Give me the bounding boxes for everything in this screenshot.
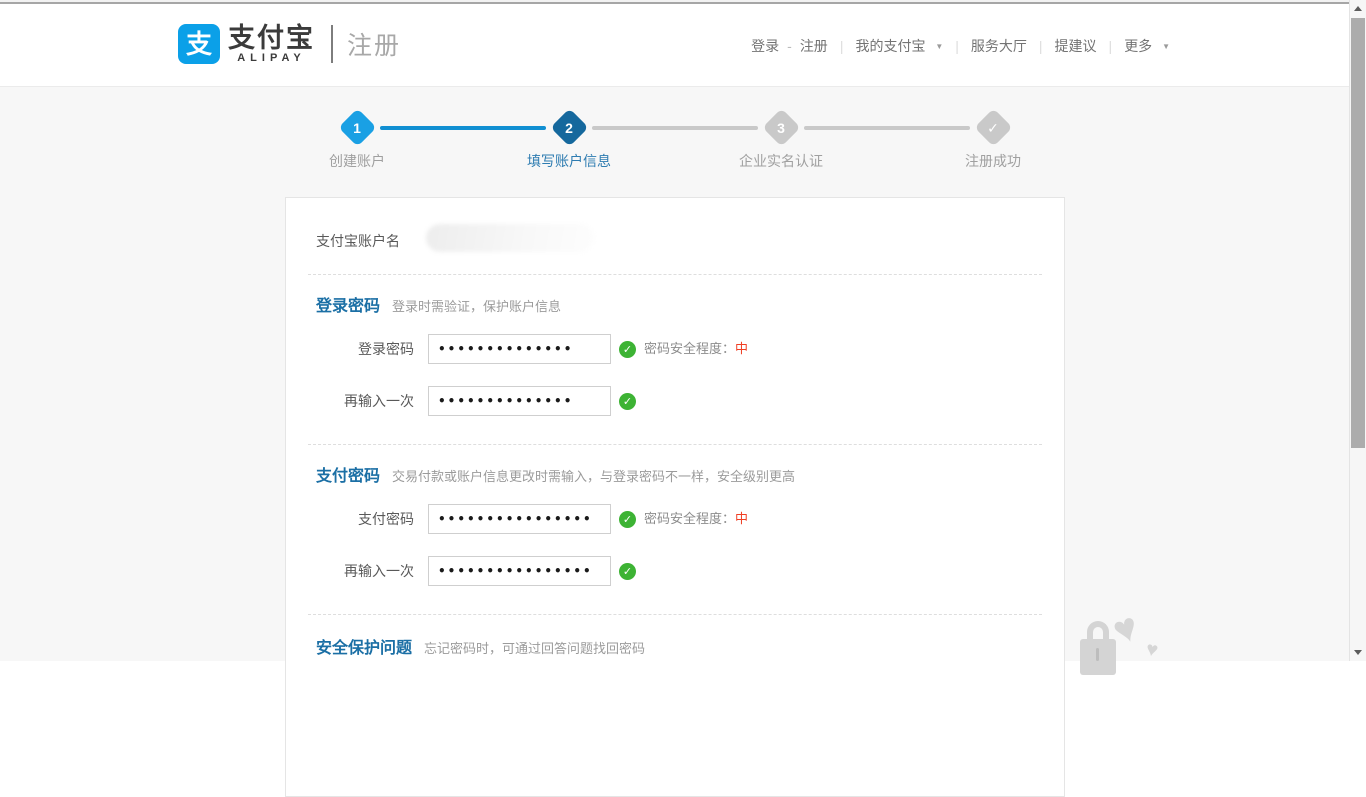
nav-more-label: 更多 <box>1124 38 1152 54</box>
nav-register-link[interactable]: 注册 <box>800 36 828 56</box>
scrollbar-thumb[interactable] <box>1351 18 1365 448</box>
nav-more-menu[interactable]: 更多 ▼ <box>1124 36 1170 56</box>
alipay-logo-icon: 支 <box>178 24 220 64</box>
security-question-desc: 忘记密码时，可通过回答问题找回密码 <box>424 638 645 657</box>
step-label-enterprise-verify: 企业实名认证 <box>701 151 861 171</box>
confirm-field-label: 再输入一次 <box>286 386 414 416</box>
vertical-scrollbar[interactable] <box>1349 0 1366 661</box>
security-question-section-header: 安全保护问题 忘记密码时，可通过回答问题找回密码 <box>316 634 645 658</box>
pay-password-row: 支付密码 ✓ 密码安全程度：中 <box>286 504 1064 534</box>
chevron-down-icon: ▼ <box>1162 42 1170 51</box>
lock-body <box>1080 639 1116 675</box>
step-2-fill-info: 2 <box>549 108 589 148</box>
page-title: 注册 <box>347 26 401 62</box>
step-4-success: ✓ <box>973 108 1013 148</box>
pay-password-title: 支付密码 <box>316 462 380 486</box>
password-strength: 密码安全程度：中 <box>644 504 748 534</box>
pay-password-confirm-row: 再输入一次 ✓ <box>286 556 1064 586</box>
strength-value: 中 <box>735 341 748 356</box>
step-connector-todo <box>804 126 970 130</box>
pay-password-section-header: 支付密码 交易付款或账户信息更改时需输入，与登录密码不一样，安全级别更高 <box>316 462 795 486</box>
nav-login-link[interactable]: 登录 <box>751 36 779 56</box>
step-label-create-account: 创建账户 <box>277 151 437 171</box>
browser-chrome-edge <box>0 0 1366 4</box>
step-connector-done <box>380 126 546 130</box>
pay-password-desc: 交易付款或账户信息更改时需输入，与登录密码不一样，安全级别更高 <box>392 466 795 485</box>
login-password-row: 登录密码 ✓ 密码安全程度：中 <box>286 334 1064 364</box>
nav-separator: | <box>1097 38 1125 54</box>
step-number: 2 <box>549 108 589 148</box>
section-divider <box>308 444 1042 445</box>
password-strength: 密码安全程度：中 <box>644 334 748 364</box>
section-divider <box>308 614 1042 615</box>
check-icon: ✓ <box>973 108 1013 148</box>
nav-service-hall-link[interactable]: 服务大厅 <box>971 36 1027 56</box>
lock-icon <box>1080 621 1116 675</box>
pay-password-field-label: 支付密码 <box>286 504 414 534</box>
nav-separator: | <box>1027 38 1055 54</box>
pay-password-input[interactable] <box>428 504 611 534</box>
check-circle-icon: ✓ <box>619 511 636 528</box>
login-password-input[interactable] <box>428 334 611 364</box>
lock-keyhole <box>1096 648 1099 661</box>
heart-icon: ♥ <box>1144 638 1160 663</box>
account-name-redacted-value <box>426 224 594 252</box>
brand-name-en: ALIPAY <box>228 52 315 64</box>
alipay-logo[interactable]: 支 支付宝 ALIPAY 注册 <box>178 24 401 64</box>
strength-label: 密码安全程度： <box>644 511 735 526</box>
brand-text: 支付宝 ALIPAY <box>228 24 315 64</box>
scroll-up-button[interactable] <box>1350 0 1366 17</box>
step-connector-todo <box>592 126 758 130</box>
security-question-title: 安全保护问题 <box>316 634 412 658</box>
confirm-field-label: 再输入一次 <box>286 556 414 586</box>
login-password-confirm-row: 再输入一次 ✓ <box>286 386 1064 416</box>
step-3-enterprise-verify: 3 <box>761 108 801 148</box>
login-password-desc: 登录时需验证，保护账户信息 <box>392 296 561 315</box>
nav-separator: | <box>828 38 856 54</box>
step-label-fill-info: 填写账户信息 <box>489 151 649 171</box>
strength-label: 密码安全程度： <box>644 341 735 356</box>
step-1-create-account: 1 <box>337 108 377 148</box>
account-name-label: 支付宝账户名 <box>316 231 400 251</box>
login-password-title: 登录密码 <box>316 292 380 316</box>
nav-my-alipay-label: 我的支付宝 <box>855 38 925 54</box>
login-password-section-header: 登录密码 登录时需验证，保护账户信息 <box>316 292 561 316</box>
arrow-down-icon <box>1354 650 1362 655</box>
logo-divider <box>331 25 333 63</box>
nav-my-alipay-menu[interactable]: 我的支付宝 ▼ <box>855 36 943 56</box>
arrow-up-icon <box>1354 6 1362 11</box>
top-nav: 登录 - 注册 | 我的支付宝 ▼ | 服务大厅 | 提建议 | 更多 ▼ <box>751 36 1170 56</box>
pay-password-confirm-input[interactable] <box>428 556 611 586</box>
check-circle-icon: ✓ <box>619 393 636 410</box>
section-divider <box>308 274 1042 275</box>
chevron-down-icon: ▼ <box>935 42 943 51</box>
alipay-logo-glyph: 支 <box>186 31 212 57</box>
step-label-success: 注册成功 <box>913 151 1073 171</box>
registration-form-card: 支付宝账户名 登录密码 登录时需验证，保护账户信息 登录密码 ✓ 密码安全程度：… <box>285 197 1065 797</box>
check-circle-icon: ✓ <box>619 341 636 358</box>
main-content: 1 2 3 ✓ 创建账户 填写账户信息 企业实名认证 注册成功 支付宝账户名 登… <box>0 87 1349 661</box>
strength-value: 中 <box>735 511 748 526</box>
nav-dash: - <box>779 38 800 54</box>
login-password-confirm-input[interactable] <box>428 386 611 416</box>
scroll-down-button[interactable] <box>1350 644 1366 661</box>
nav-separator: | <box>943 38 971 54</box>
nav-suggestion-link[interactable]: 提建议 <box>1055 36 1097 56</box>
check-circle-icon: ✓ <box>619 563 636 580</box>
step-number: 3 <box>761 108 801 148</box>
brand-name-cn: 支付宝 <box>228 24 315 52</box>
login-password-field-label: 登录密码 <box>286 334 414 364</box>
page-header: 支 支付宝 ALIPAY 注册 登录 - 注册 | 我的支付宝 ▼ | 服务大厅… <box>0 6 1366 87</box>
step-number: 1 <box>337 108 377 148</box>
